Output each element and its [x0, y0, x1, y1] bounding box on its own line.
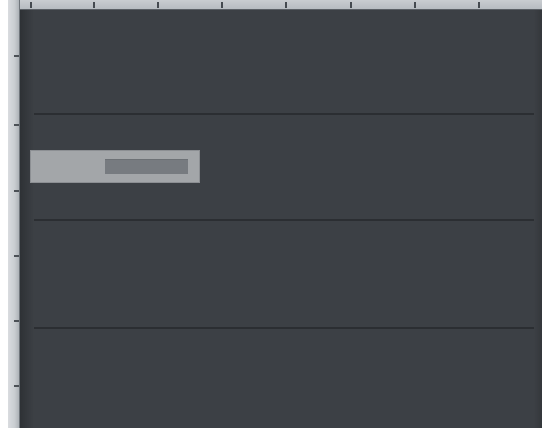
canvas-left-shadow [20, 10, 34, 428]
ruler-tick [14, 55, 19, 57]
horizontal-ruler[interactable] [20, 0, 542, 10]
ruler-tick [93, 2, 95, 8]
ruler-tick [157, 2, 159, 8]
vertical-ruler[interactable] [8, 0, 20, 428]
timeline-editor [0, 0, 542, 428]
canvas-right-edge [534, 10, 542, 428]
ruler-tick [478, 2, 480, 8]
ruler-tick [221, 2, 223, 8]
lane-divider [34, 327, 542, 329]
ruler-tick [414, 2, 416, 8]
ruler-tick [285, 2, 287, 8]
clip-label-bar [105, 159, 188, 174]
ruler-tick [14, 385, 19, 387]
timeline-clip[interactable] [30, 150, 200, 183]
lane-divider [34, 113, 542, 115]
ruler-tick [14, 124, 19, 126]
lane-divider [34, 219, 542, 221]
ruler-tick [14, 190, 19, 192]
ruler-tick [14, 320, 19, 322]
track-canvas[interactable] [20, 10, 542, 428]
ruler-tick [14, 255, 19, 257]
ruler-tick [350, 2, 352, 8]
ruler-tick [30, 2, 32, 8]
